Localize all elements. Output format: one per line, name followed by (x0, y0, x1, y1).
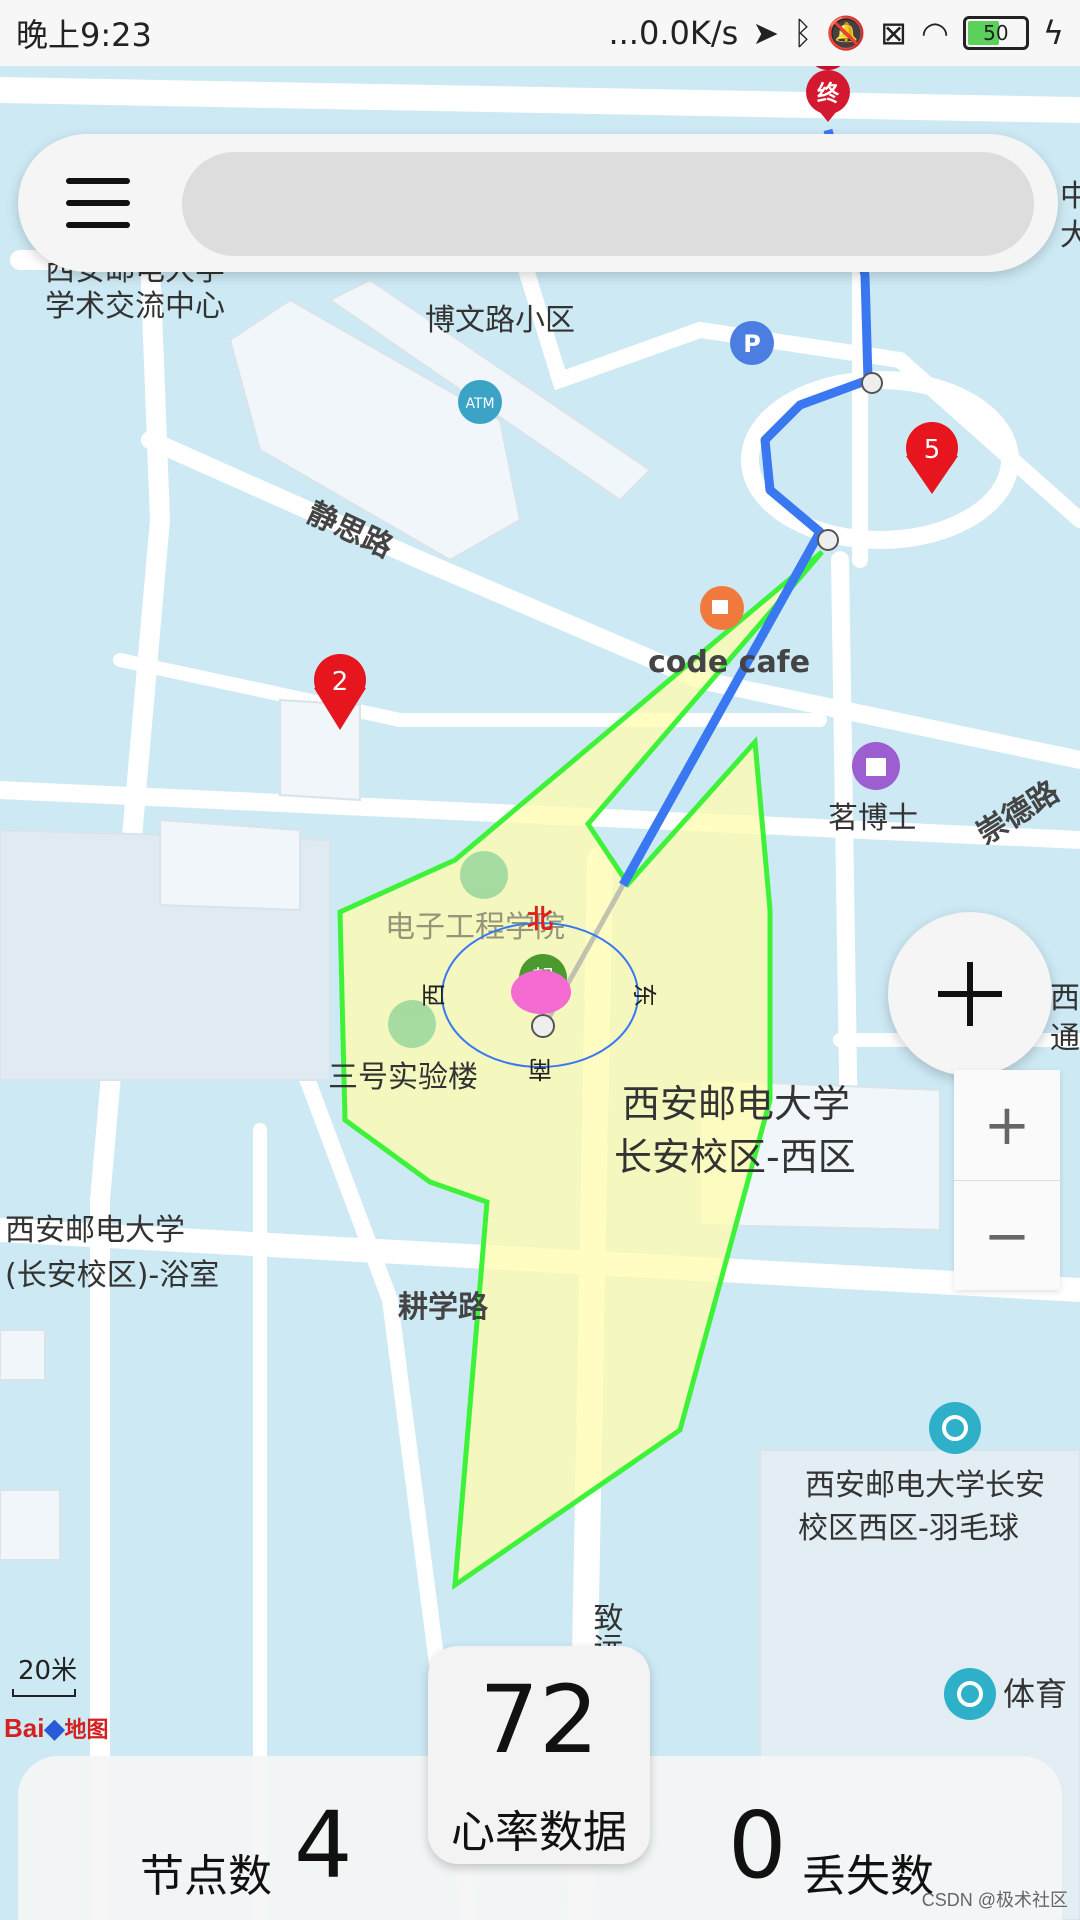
zoom-out-button[interactable]: − (954, 1181, 1060, 1291)
status-time: 晚上9:23 (16, 16, 152, 54)
map-label-campus-west-1: 西安邮电大学 (622, 1082, 850, 1126)
map-scale: 20米 (12, 1650, 77, 1697)
svg-text:终: 终 (817, 81, 840, 107)
map-label-bowen-road: 博文路小区 (425, 303, 575, 338)
svg-text:ATM: ATM (465, 396, 494, 412)
menu-button[interactable] (66, 176, 130, 232)
sports-icon-1[interactable] (929, 1402, 981, 1454)
battery-icon: 50 (962, 16, 1029, 50)
map-label-lab-building: 三号实验楼 (328, 1060, 478, 1095)
sports-icon-2[interactable] (944, 1668, 996, 1720)
compass-north: 北 (527, 905, 553, 935)
compass-south: 南 (528, 1055, 552, 1083)
add-fab-button[interactable] (888, 912, 1052, 1076)
compass-east: 东 (630, 983, 658, 1007)
lost-count-label: 丢失数 (802, 1851, 934, 1902)
map-label-badminton-2: 校区西区-羽毛球 (798, 1511, 1019, 1546)
map-label-edge-top: 中 (1060, 179, 1080, 214)
compass-west: 西 (420, 983, 448, 1007)
charging-icon: ϟ (1042, 14, 1064, 52)
map-label-bathroom-2: (长安校区)-浴室 (5, 1258, 219, 1293)
map-label-edge-top2: 大 (1060, 218, 1080, 253)
sim-icon: ⊠ (880, 14, 907, 52)
heart-rate-label: 心率数据 (451, 1807, 627, 1858)
paw-icon: ◆ (44, 1713, 65, 1743)
status-icons: ...0.0K/s ➤ ᛒ 🔕 ⊠ ◠ 50 ϟ (608, 14, 1064, 52)
svg-text:P: P (743, 330, 761, 358)
search-input[interactable] (182, 152, 1034, 256)
node-count-label: 节点数 (140, 1851, 272, 1902)
atm-icon[interactable]: ATM (458, 380, 502, 424)
zoom-control: + − (954, 1070, 1060, 1290)
zoom-in-button[interactable]: + (954, 1070, 1060, 1181)
svg-text:5: 5 (924, 435, 941, 465)
map-label-campus-west-2: 长安校区-西区 (614, 1135, 856, 1179)
baidu-logo: Bai◆地图 (4, 1713, 109, 1743)
map-label-gengxue-road: 耕学路 (398, 1290, 489, 1325)
map-label-bathroom-1: 西安邮电大学 (5, 1213, 185, 1248)
status-bar: 晚上9:23 ...0.0K/s ➤ ᛒ 🔕 ⊠ ◠ 50 ϟ (0, 0, 1080, 66)
lost-count-value: 0 (728, 1792, 787, 1899)
network-speed: ...0.0K/s (608, 14, 739, 52)
shop-icon[interactable] (852, 742, 900, 790)
parking-icon[interactable]: P (730, 321, 774, 365)
bluetooth-icon: ᛒ (793, 14, 813, 52)
mute-icon: 🔕 (826, 14, 867, 52)
cafe-icon[interactable] (700, 586, 744, 630)
map-label-edge-mid2: 通 (1050, 1021, 1080, 1056)
watermark: CSDN @极术社区 (921, 1890, 1068, 1910)
svg-text:2: 2 (332, 667, 349, 697)
map-label-gym: 体育 (1003, 1675, 1067, 1713)
map-label-xiyou-academic-2: 学术交流中心 (45, 289, 225, 324)
map-label-badminton-1: 西安邮电大学长安 (805, 1468, 1045, 1503)
node-count-value: 4 (294, 1792, 353, 1899)
map-label-code-cafe: code cafe (648, 645, 810, 680)
heart-rate-value: 72 (479, 1666, 599, 1775)
marker-5[interactable]: 5 (906, 422, 958, 494)
map-label-edge-mid: 西 (1050, 981, 1080, 1016)
heart-rate-card[interactable]: 72 心率数据 (428, 1646, 650, 1864)
wifi-icon: ◠ (920, 14, 949, 52)
map-label-mingboshi: 茗博士 (828, 801, 918, 836)
location-icon: ➤ (752, 14, 780, 52)
